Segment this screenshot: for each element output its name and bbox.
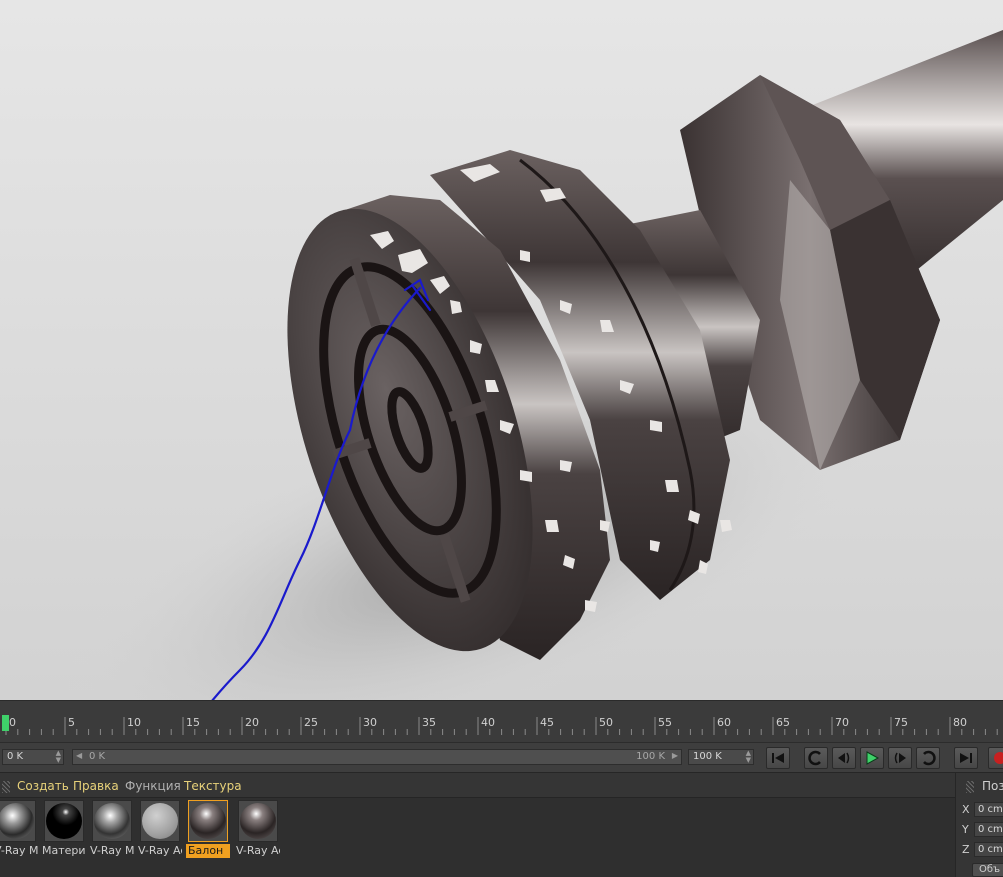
loop-back-button[interactable] xyxy=(804,747,828,769)
playhead xyxy=(2,715,9,731)
preview-range-slider[interactable]: ◀ 0 K 100 K ▶ xyxy=(72,749,682,765)
end-frame-spinner[interactable]: ▲ ▼ xyxy=(746,750,751,764)
panel-grip-icon[interactable] xyxy=(2,781,10,793)
menu-create[interactable]: Создать xyxy=(17,779,69,793)
coordinates-header: Поз xyxy=(956,777,1003,795)
timeline-tick-label: 0 xyxy=(9,716,16,729)
material-sphere-icon xyxy=(142,803,178,839)
end-frame-field[interactable]: 100 K ▲ ▼ xyxy=(688,749,754,765)
material-preview xyxy=(92,800,132,842)
timeline-tick-label: 20 xyxy=(245,716,259,729)
range-start-label: 0 K xyxy=(89,751,106,762)
timeline-tick-label: 70 xyxy=(835,716,849,729)
material-preview xyxy=(238,800,278,842)
coord-y-row: Y 0 cm xyxy=(962,822,1003,838)
timeline-tick-label: 40 xyxy=(481,716,495,729)
material-preview xyxy=(44,800,84,842)
go-to-start-button[interactable] xyxy=(766,747,790,769)
render-viewport[interactable] xyxy=(0,0,1003,700)
material-name: Балон xyxy=(186,844,230,858)
loop-forward-icon xyxy=(923,750,936,766)
timeline-ruler[interactable]: 0 5 10 15 20 25 30 35 40 45 50 55 60 65 70 75 80 xyxy=(0,701,1003,743)
play-button[interactable] xyxy=(860,747,884,769)
step-forward-icon xyxy=(894,752,906,764)
material-item[interactable]: V-Ray Ad xyxy=(138,800,182,858)
material-menu-bar: Создать Правка Функция Текстура xyxy=(0,777,955,795)
timeline-tick-label: 25 xyxy=(304,716,318,729)
timeline-tick-label: 55 xyxy=(658,716,672,729)
timeline-tick-label: 50 xyxy=(599,716,613,729)
timeline-tick-label: 45 xyxy=(540,716,554,729)
timeline-tick-label: 80 xyxy=(953,716,967,729)
timeline-tick-label: 35 xyxy=(422,716,436,729)
menu-texture[interactable]: Текстура xyxy=(184,779,242,793)
material-sphere-icon xyxy=(94,803,130,839)
material-item[interactable]: Матери xyxy=(42,800,86,858)
timeline-tick-label: 60 xyxy=(717,716,731,729)
start-frame-field[interactable]: 0 K ▲ ▼ xyxy=(2,749,64,765)
range-right-arrow-icon[interactable]: ▶ xyxy=(672,751,678,760)
play-icon xyxy=(866,751,880,765)
coordinates-panel: Поз X 0 cm Y 0 cm Z 0 cm Объ xyxy=(955,772,1003,877)
step-back-icon xyxy=(838,752,850,764)
material-sphere-icon xyxy=(0,803,34,839)
start-frame-spinner[interactable]: ▲ ▼ xyxy=(56,750,61,764)
end-frame-value: 100 K xyxy=(693,751,722,762)
range-end-label: 100 K xyxy=(636,751,665,762)
coord-z-label: Z xyxy=(962,843,970,856)
timeline-tick-label: 5 xyxy=(68,716,75,729)
coordinates-title: Поз xyxy=(982,779,1003,793)
transport-bar: 0 K ▲ ▼ ◀ 0 K 100 K ▶ 100 K ▲ ▼ xyxy=(0,742,1003,772)
material-name: V-Ray M xyxy=(90,844,134,857)
material-preview xyxy=(0,800,36,842)
material-sphere-icon xyxy=(240,803,276,839)
record-button[interactable] xyxy=(988,747,1003,769)
panel-grip-icon[interactable] xyxy=(966,781,974,793)
menu-function[interactable]: Функция xyxy=(125,779,181,793)
range-left-arrow-icon[interactable]: ◀ xyxy=(76,751,82,760)
loop-icon xyxy=(808,750,821,766)
material-sphere-icon xyxy=(46,803,82,839)
start-frame-value: 0 K xyxy=(7,751,24,762)
timeline-tick-label: 75 xyxy=(894,716,908,729)
menu-edit[interactable]: Правка xyxy=(73,779,119,793)
coord-x-row: X 0 cm xyxy=(962,802,1003,818)
material-preview xyxy=(188,800,228,842)
material-name: V-Ray Ad xyxy=(236,844,280,857)
loop-forward-button[interactable] xyxy=(916,747,940,769)
record-icon xyxy=(994,752,1003,764)
coord-y-label: Y xyxy=(962,823,969,836)
step-forward-button[interactable] xyxy=(888,747,912,769)
material-name: V-Ray Ad xyxy=(138,844,182,857)
coord-y-field[interactable]: 0 cm xyxy=(974,822,1003,837)
material-name: V-Ray M xyxy=(0,844,38,857)
go-to-end-button[interactable] xyxy=(954,747,978,769)
timeline-tick-label: 10 xyxy=(127,716,141,729)
material-item[interactable]: V-Ray M xyxy=(90,800,134,858)
timeline[interactable]: 0 5 10 15 20 25 30 35 40 45 50 55 60 65 70 75 80 xyxy=(0,700,1003,742)
material-preview xyxy=(140,800,180,842)
material-list: V-Ray M Матери V-Ray M V-Ray Ad Балон V-… xyxy=(0,797,955,877)
coord-z-field[interactable]: 0 cm xyxy=(974,842,1003,857)
timeline-tick-label: 65 xyxy=(776,716,790,729)
material-name: Матери xyxy=(42,844,86,857)
coord-mode-button[interactable]: Объ xyxy=(972,863,1003,877)
material-item[interactable]: V-Ray Ad xyxy=(236,800,280,858)
material-item-selected[interactable]: Балон xyxy=(186,800,230,858)
step-back-button[interactable] xyxy=(832,747,856,769)
material-item[interactable]: V-Ray M xyxy=(0,800,38,858)
material-sphere-icon xyxy=(190,803,226,839)
go-to-start-icon xyxy=(772,753,784,763)
coord-z-row: Z 0 cm xyxy=(962,842,1003,858)
render-image xyxy=(62,30,1003,700)
timeline-tick-label: 15 xyxy=(186,716,200,729)
material-manager: Создать Правка Функция Текстура V-Ray M … xyxy=(0,772,955,877)
timeline-tick-label: 30 xyxy=(363,716,377,729)
coord-x-field[interactable]: 0 cm xyxy=(974,802,1003,817)
coord-x-label: X xyxy=(962,803,970,816)
go-to-end-icon xyxy=(960,753,972,763)
